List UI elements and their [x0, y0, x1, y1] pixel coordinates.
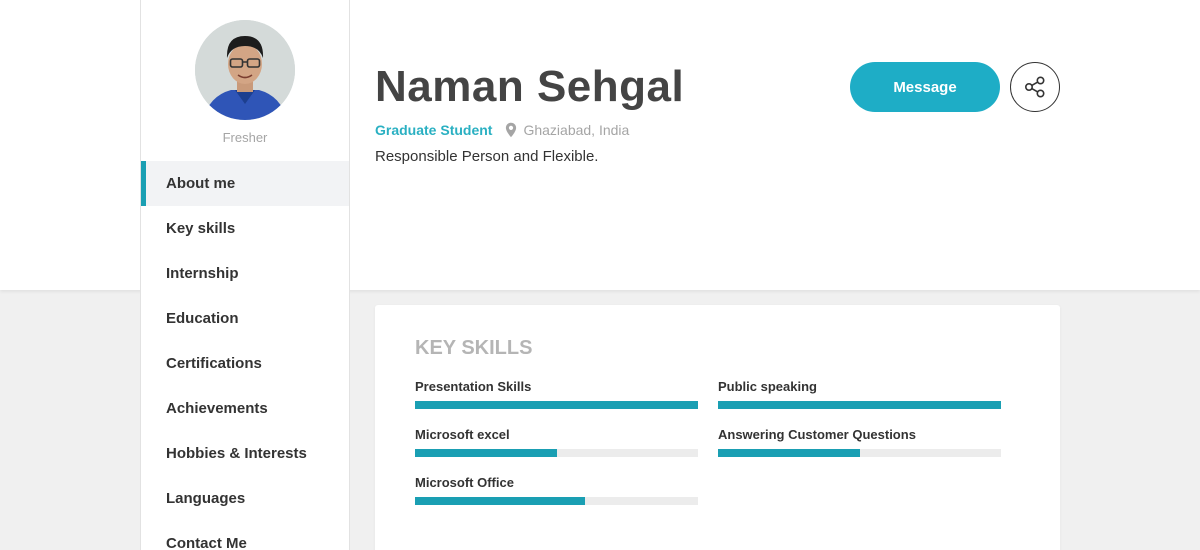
avatar — [195, 20, 295, 120]
key-skills-title: KEY SKILLS — [415, 337, 533, 359]
nav-item-achievements[interactable]: Achievements — [141, 386, 349, 431]
nav-item-about-me[interactable]: About me — [141, 161, 349, 206]
nav-item-education[interactable]: Education — [141, 296, 349, 341]
skill-item: Microsoft Office — [415, 475, 698, 505]
skill-item: Public speaking — [718, 379, 1001, 409]
nav-item-hobbies-interests[interactable]: Hobbies & Interests — [141, 431, 349, 476]
nav-item-contact-me[interactable]: Contact Me — [141, 521, 349, 550]
skill-progress-fill — [415, 401, 698, 409]
nav-item-key-skills[interactable]: Key skills — [141, 206, 349, 251]
skill-item: Microsoft excel — [415, 427, 698, 457]
skill-name: Microsoft excel — [415, 427, 510, 442]
avatar-image — [195, 20, 295, 120]
profile-meta: Graduate Student Ghaziabad, India — [375, 121, 629, 139]
skill-progress-bar — [415, 401, 698, 409]
nav-item-internship[interactable]: Internship — [141, 251, 349, 296]
skill-name: Microsoft Office — [415, 475, 514, 490]
skill-progress-fill — [718, 449, 860, 457]
key-skills-card: KEY SKILLS Presentation Skills Public sp… — [375, 305, 1060, 550]
message-button[interactable]: Message — [850, 62, 1000, 112]
skill-name: Answering Customer Questions — [718, 427, 916, 442]
skill-progress-fill — [718, 401, 1001, 409]
profile-location: Ghaziabad, India — [523, 122, 630, 138]
skill-name: Public speaking — [718, 379, 817, 394]
skill-progress-bar — [718, 401, 1001, 409]
profile-tagline: Responsible Person and Flexible. — [375, 148, 599, 165]
location-pin-icon — [505, 122, 517, 138]
profile-name: Naman Sehgal — [375, 62, 685, 111]
share-icon — [1024, 76, 1045, 98]
skill-name: Presentation Skills — [415, 379, 532, 394]
sidebar: Fresher About me Key skills Internship E… — [140, 0, 350, 550]
skill-item: Presentation Skills — [415, 379, 698, 409]
share-button[interactable] — [1010, 62, 1060, 112]
sidebar-nav: About me Key skills Internship Education… — [141, 161, 349, 550]
skill-progress-fill — [415, 449, 557, 457]
skill-progress-bar — [415, 449, 698, 457]
nav-item-languages[interactable]: Languages — [141, 476, 349, 521]
profile-role: Fresher — [222, 130, 268, 145]
skill-item: Answering Customer Questions — [718, 427, 1001, 457]
profile-designation: Graduate Student — [375, 122, 493, 138]
nav-item-certifications[interactable]: Certifications — [141, 341, 349, 386]
skill-progress-fill — [415, 497, 585, 505]
skill-progress-bar — [718, 449, 1001, 457]
skill-progress-bar — [415, 497, 698, 505]
